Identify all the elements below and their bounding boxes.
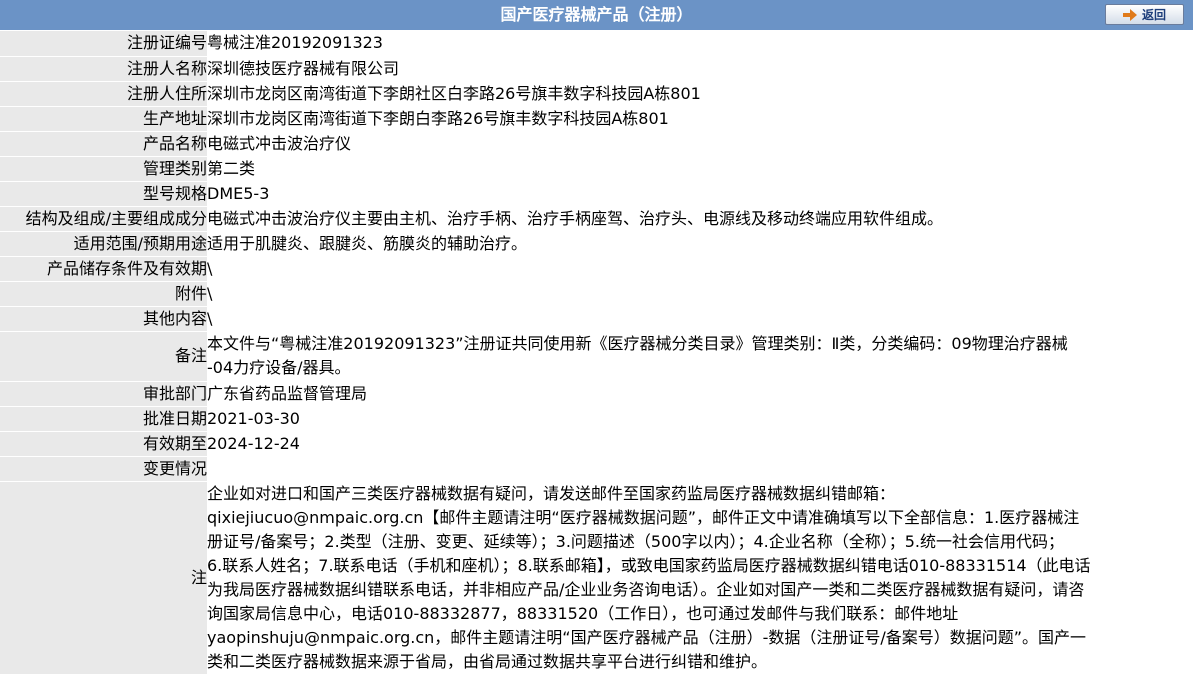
label-changes: 变更情况 <box>0 456 207 482</box>
title-bar: 国产医疗器械产品（注册） 返回 <box>0 0 1193 31</box>
row-management-class: 管理类别 第二类 <box>0 156 1193 182</box>
label-reg-no: 注册证编号 <box>0 31 207 57</box>
value-model-spec: DME5-3 <box>207 181 1193 207</box>
label-remarks: 备注 <box>0 331 207 382</box>
label-registrant-address: 注册人住所 <box>0 81 207 107</box>
value-approval-dept: 广东省药品监督管理局 <box>207 381 1193 407</box>
label-model-spec: 型号规格 <box>0 181 207 207</box>
value-intended-use: 适用于肌腱炎、跟腱炎、筋膜炎的辅助治疗。 <box>207 231 1193 257</box>
value-notice: 企业如对进口和国产三类医疗器械数据有疑问，请发送邮件至国家药监局医疗器械数据纠错… <box>207 481 1193 675</box>
value-registrant-address: 深圳市龙岗区南湾街道下李朗社区白李路26号旗丰数字科技园A栋801 <box>207 81 1193 107</box>
row-product-name: 产品名称 电磁式冲击波治疗仪 <box>0 131 1193 157</box>
value-changes <box>207 456 1193 482</box>
value-registrant-name: 深圳德技医疗器械有限公司 <box>207 56 1193 82</box>
label-production-address: 生产地址 <box>0 106 207 132</box>
notice-label-cell: 注 <box>0 481 207 675</box>
row-approval-dept: 审批部门 广东省药品监督管理局 <box>0 381 1193 407</box>
label-registrant-name: 注册人名称 <box>0 56 207 82</box>
value-production-address: 深圳市龙岗区南湾街道下李朗白李路26号旗丰数字科技园A栋801 <box>207 106 1193 132</box>
value-valid-until: 2024-12-24 <box>207 431 1193 457</box>
row-valid-until: 有效期至 2024-12-24 <box>0 431 1193 457</box>
value-management-class: 第二类 <box>207 156 1193 182</box>
back-button-label: 返回 <box>1141 8 1166 22</box>
row-production-address: 生产地址 深圳市龙岗区南湾街道下李朗白李路26号旗丰数字科技园A栋801 <box>0 106 1193 132</box>
value-other: \ <box>207 306 1193 332</box>
back-button[interactable]: 返回 <box>1105 4 1184 25</box>
value-reg-no: 粤械注准20192091323 <box>207 31 1193 57</box>
row-storage: 产品储存条件及有效期 \ <box>0 256 1193 282</box>
value-attachment: \ <box>207 281 1193 307</box>
value-storage: \ <box>207 256 1193 282</box>
detail-table: 注册证编号 粤械注准20192091323 注册人名称 深圳德技医疗器械有限公司… <box>0 31 1193 675</box>
value-remarks: 本文件与“粤械注准20192091323”注册证共同使用新《医疗器械分类目录》管… <box>207 331 1193 382</box>
row-approval-date: 批准日期 2021-03-30 <box>0 406 1193 432</box>
detail-page: 国产医疗器械产品（注册） 返回 注册证编号 粤械注准20192091323 注册… <box>0 0 1193 680</box>
label-management-class: 管理类别 <box>0 156 207 182</box>
label-approval-date: 批准日期 <box>0 406 207 432</box>
label-notice: 注 <box>190 567 207 587</box>
value-product-name: 电磁式冲击波治疗仪 <box>207 131 1193 157</box>
row-notice: 注 企业如对进口和国产三类医疗器械数据有疑问，请发送邮件至国家药监局医疗器械数据… <box>0 481 1193 675</box>
page-title: 国产医疗器械产品（注册） <box>500 5 693 24</box>
value-approval-date: 2021-03-30 <box>207 406 1193 432</box>
row-changes: 变更情况 <box>0 456 1193 482</box>
label-structure: 结构及组成/主要组成成分 <box>0 206 207 232</box>
label-other: 其他内容 <box>0 306 207 332</box>
label-approval-dept: 审批部门 <box>0 381 207 407</box>
row-intended-use: 适用范围/预期用途 适用于肌腱炎、跟腱炎、筋膜炎的辅助治疗。 <box>0 231 1193 257</box>
arrow-right-icon <box>1122 8 1137 21</box>
label-storage: 产品储存条件及有效期 <box>0 256 207 282</box>
label-intended-use: 适用范围/预期用途 <box>0 231 207 257</box>
row-remarks: 备注 本文件与“粤械注准20192091323”注册证共同使用新《医疗器械分类目… <box>0 331 1193 382</box>
row-model-spec: 型号规格 DME5-3 <box>0 181 1193 207</box>
value-structure: 电磁式冲击波治疗仪主要由主机、治疗手柄、治疗手柄座驾、治疗头、电源线及移动终端应… <box>207 206 1193 232</box>
row-other: 其他内容 \ <box>0 306 1193 332</box>
row-reg-no: 注册证编号 粤械注准20192091323 <box>0 31 1193 57</box>
label-product-name: 产品名称 <box>0 131 207 157</box>
row-registrant-address: 注册人住所 深圳市龙岗区南湾街道下李朗社区白李路26号旗丰数字科技园A栋801 <box>0 81 1193 107</box>
row-attachment: 附件 \ <box>0 281 1193 307</box>
row-registrant-name: 注册人名称 深圳德技医疗器械有限公司 <box>0 56 1193 82</box>
label-attachment: 附件 <box>0 281 207 307</box>
label-valid-until: 有效期至 <box>0 431 207 457</box>
row-structure: 结构及组成/主要组成成分 电磁式冲击波治疗仪主要由主机、治疗手柄、治疗手柄座驾、… <box>0 206 1193 232</box>
